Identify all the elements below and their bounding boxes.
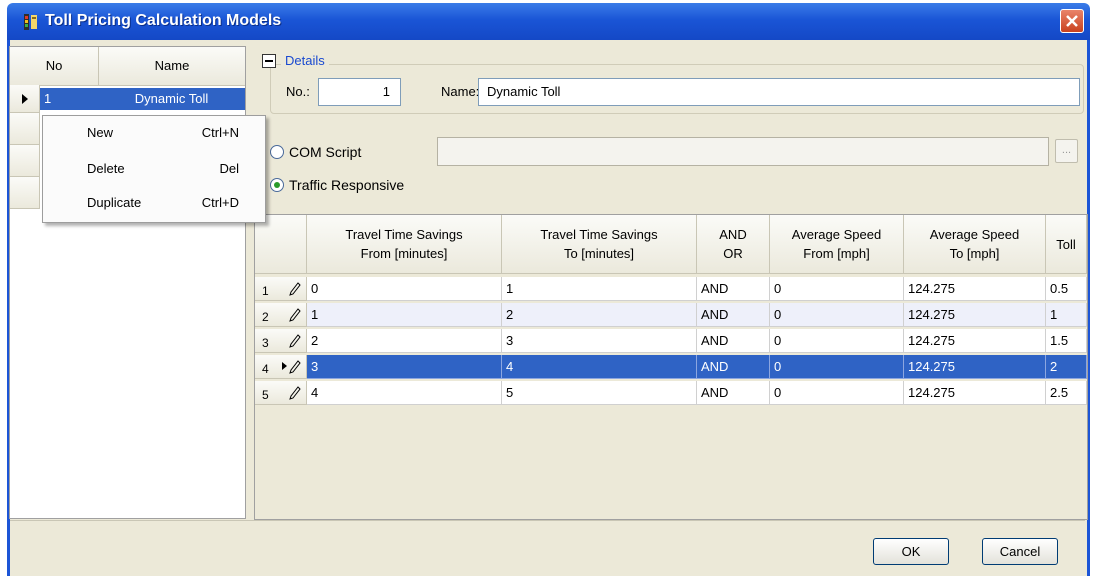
table-cell[interactable]: 1 <box>1046 303 1087 327</box>
table-cell[interactable]: 124.275 <box>904 355 1046 379</box>
toll-table[interactable]: Travel Time Savings From [minutes] Trave… <box>254 214 1088 520</box>
no-input[interactable]: 1 <box>318 78 401 106</box>
row-number: 4 <box>262 362 269 376</box>
table-cell[interactable]: 124.275 <box>904 303 1046 327</box>
menu-item-duplicate[interactable]: Duplicate Ctrl+D <box>43 188 265 218</box>
browse-button[interactable]: ... <box>1055 139 1078 163</box>
menu-item-shortcut: Del <box>219 161 239 176</box>
com-script-file-field[interactable] <box>437 137 1049 166</box>
menu-item-shortcut: Ctrl+D <box>201 195 239 210</box>
row-number: 2 <box>262 310 269 324</box>
menu-item-label: Duplicate <box>87 195 142 210</box>
table-cell[interactable]: 0 <box>770 329 904 353</box>
column-header-toll[interactable]: Toll <box>1046 215 1087 274</box>
table-cell[interactable]: 3 <box>307 355 502 379</box>
table-row-header[interactable]: 5 <box>255 381 307 405</box>
column-header-name[interactable]: Name <box>99 47 245 85</box>
current-row-pointer-icon <box>22 94 28 104</box>
column-header-tts-to[interactable]: Travel Time Savings To [minutes] <box>502 215 697 274</box>
name-label: Name: <box>441 84 480 99</box>
context-menu: New Ctrl+N Delete Del Duplicate Ctrl+D <box>42 115 266 223</box>
column-header-speed-to[interactable]: Average Speed To [mph] <box>904 215 1046 274</box>
menu-item-delete[interactable]: Delete Del <box>43 154 265 184</box>
row-header-corner <box>255 215 307 274</box>
list-cell-no[interactable]: 1 <box>40 88 98 110</box>
pencil-icon <box>289 334 301 348</box>
name-input[interactable]: Dynamic Toll <box>478 78 1080 106</box>
toll-app-icon <box>24 14 37 30</box>
menu-item-new[interactable]: New Ctrl+N <box>43 118 265 148</box>
table-row-header[interactable]: 4 <box>255 355 307 379</box>
table-cell[interactable]: 2.5 <box>1046 381 1087 405</box>
table-cell[interactable]: 5 <box>502 381 697 405</box>
column-header-and-or[interactable]: AND OR <box>697 215 770 274</box>
ok-button[interactable]: OK <box>873 538 949 565</box>
table-cell[interactable]: AND <box>697 381 770 405</box>
pencil-icon <box>289 360 301 374</box>
empty-row-selector <box>10 177 40 209</box>
close-button[interactable] <box>1060 9 1084 33</box>
close-icon <box>1066 15 1078 27</box>
traffic-responsive-radio[interactable] <box>270 178 284 192</box>
table-cell[interactable]: 124.275 <box>904 329 1046 353</box>
table-row-header[interactable]: 1 <box>255 277 307 301</box>
table-cell[interactable]: AND <box>697 303 770 327</box>
models-list-header: No Name <box>10 47 245 86</box>
menu-item-shortcut: Ctrl+N <box>201 125 239 140</box>
table-cell[interactable]: 124.275 <box>904 381 1046 405</box>
pencil-icon <box>289 386 301 400</box>
title-bar[interactable]: Toll Pricing Calculation Models <box>7 3 1090 40</box>
current-row-pointer-icon <box>282 362 287 370</box>
table-row-header[interactable]: 2 <box>255 303 307 327</box>
traffic-responsive-label[interactable]: Traffic Responsive <box>289 177 404 193</box>
empty-row-selector <box>10 113 40 145</box>
com-script-radio[interactable] <box>270 145 284 159</box>
table-cell[interactable]: AND <box>697 277 770 301</box>
table-cell[interactable]: 4 <box>307 381 502 405</box>
table-cell[interactable]: AND <box>697 355 770 379</box>
pencil-icon <box>289 282 301 296</box>
table-cell[interactable]: 1 <box>307 303 502 327</box>
cancel-button[interactable]: Cancel <box>982 538 1058 565</box>
pencil-icon <box>289 308 301 322</box>
no-label: No.: <box>286 84 310 99</box>
footer-divider <box>10 520 1085 521</box>
list-cell-name[interactable]: Dynamic Toll <box>98 88 245 110</box>
table-cell[interactable]: 0.5 <box>1046 277 1087 301</box>
table-cell[interactable]: 0 <box>770 303 904 327</box>
table-cell[interactable]: 0 <box>307 277 502 301</box>
table-row-header[interactable]: 3 <box>255 329 307 353</box>
menu-item-label: New <box>87 125 114 140</box>
table-cell[interactable]: 2 <box>1046 355 1087 379</box>
table-cell[interactable]: 0 <box>770 381 904 405</box>
dialog-window: Toll Pricing Calculation Models No Name … <box>0 0 1093 576</box>
list-row[interactable]: 1 Dynamic Toll <box>10 85 245 113</box>
com-script-label[interactable]: COM Script <box>289 144 361 160</box>
window-title: Toll Pricing Calculation Models <box>45 12 282 29</box>
row-selector[interactable] <box>10 85 40 113</box>
table-cell[interactable]: 1 <box>502 277 697 301</box>
table-cell[interactable]: 0 <box>770 355 904 379</box>
row-number: 3 <box>262 336 269 350</box>
collapse-details-button[interactable] <box>262 54 276 68</box>
row-number: 5 <box>262 388 269 402</box>
table-cell[interactable]: AND <box>697 329 770 353</box>
table-cell[interactable]: 1.5 <box>1046 329 1087 353</box>
table-cell[interactable]: 2 <box>502 303 697 327</box>
column-header-speed-from[interactable]: Average Speed From [mph] <box>770 215 904 274</box>
empty-row-selector <box>10 145 40 177</box>
table-cell[interactable]: 124.275 <box>904 277 1046 301</box>
column-header-tts-from[interactable]: Travel Time Savings From [minutes] <box>307 215 502 274</box>
details-group-title: Details <box>281 53 329 68</box>
table-cell[interactable]: 4 <box>502 355 697 379</box>
table-cell[interactable]: 0 <box>770 277 904 301</box>
table-cell[interactable]: 2 <box>307 329 502 353</box>
row-number: 1 <box>262 284 269 298</box>
menu-item-label: Delete <box>87 161 125 176</box>
table-cell[interactable]: 3 <box>502 329 697 353</box>
column-header-no[interactable]: No <box>10 47 99 85</box>
